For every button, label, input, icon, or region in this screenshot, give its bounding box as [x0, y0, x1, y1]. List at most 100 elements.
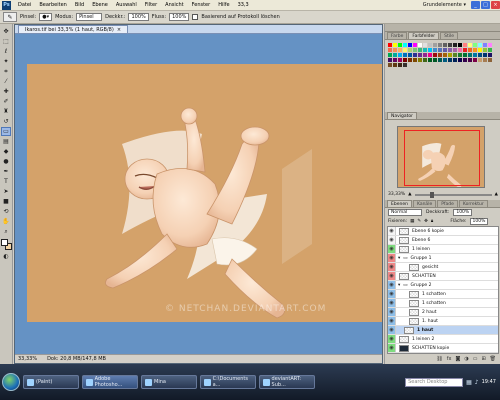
- tab-stile[interactable]: Stile: [440, 32, 459, 39]
- minimize-icon[interactable]: _: [471, 1, 480, 9]
- color-swatches[interactable]: [0, 239, 12, 251]
- color-swatch[interactable]: [418, 58, 422, 62]
- color-swatch[interactable]: [393, 58, 397, 62]
- color-swatch[interactable]: [473, 58, 477, 62]
- document-tab[interactable]: Ikaros.tif bei 33,3% (1 haut, RGB/8) ×: [18, 25, 129, 33]
- color-swatch[interactable]: [388, 43, 392, 47]
- eyedropper-tool-icon[interactable]: ⁄: [1, 77, 11, 86]
- tab-farbe[interactable]: Farbe: [387, 32, 408, 39]
- color-swatch[interactable]: [453, 53, 457, 57]
- color-swatch[interactable]: [428, 43, 432, 47]
- color-swatch[interactable]: [468, 43, 472, 47]
- color-swatch[interactable]: [463, 58, 467, 62]
- color-swatch[interactable]: [403, 63, 407, 67]
- clock[interactable]: 19:47: [482, 379, 496, 385]
- color-swatch[interactable]: [403, 58, 407, 62]
- eraser-preset-icon[interactable]: ✎: [3, 12, 17, 22]
- fluss-field[interactable]: 100%: [169, 13, 190, 21]
- path-select-tool-icon[interactable]: ➤: [1, 187, 11, 196]
- color-swatch[interactable]: [463, 48, 467, 52]
- move-tool-icon[interactable]: ✥: [1, 27, 11, 36]
- color-swatch[interactable]: [413, 53, 417, 57]
- tab-kanaele[interactable]: Kanäle: [412, 200, 437, 207]
- foreground-color[interactable]: [0, 239, 8, 246]
- menu-datei[interactable]: Datei: [14, 2, 35, 8]
- zoom-in-icon[interactable]: ▲: [495, 192, 498, 197]
- color-swatch[interactable]: [443, 53, 447, 57]
- taskbar-button[interactable]: Adobe Photosho...: [82, 375, 138, 389]
- color-swatch[interactable]: [488, 53, 492, 57]
- color-swatch[interactable]: [393, 48, 397, 52]
- layer-row[interactable]: ◉ 1 schatten: [388, 299, 498, 308]
- color-swatch[interactable]: [408, 48, 412, 52]
- navigator-view-box[interactable]: [404, 130, 480, 186]
- workspace-selector[interactable]: Grundelemente ▾: [423, 2, 466, 8]
- menu-auswahl[interactable]: Auswahl: [112, 2, 141, 8]
- layer-row[interactable]: ◉rose: [388, 353, 498, 354]
- color-swatch[interactable]: [458, 53, 462, 57]
- color-swatch[interactable]: [423, 43, 427, 47]
- tab-pfade[interactable]: Pfade: [437, 200, 458, 207]
- color-swatch[interactable]: [398, 53, 402, 57]
- color-swatch[interactable]: [438, 48, 442, 52]
- zoom-level[interactable]: 33,3: [234, 2, 253, 8]
- color-swatch[interactable]: [398, 63, 402, 67]
- opacity-field[interactable]: 100%: [453, 209, 473, 216]
- blend-mode-select[interactable]: Normal: [388, 209, 422, 216]
- color-swatch[interactable]: [433, 43, 437, 47]
- layer-visibility-eye-icon[interactable]: ◉: [388, 281, 396, 289]
- color-swatch[interactable]: [398, 48, 402, 52]
- color-swatch[interactable]: [433, 48, 437, 52]
- layer-row[interactable]: ◉ 1 leinen 2: [388, 335, 498, 344]
- healing-tool-icon[interactable]: ✚: [1, 87, 11, 96]
- color-swatch[interactable]: [448, 53, 452, 57]
- layer-style-icon[interactable]: fx: [447, 356, 452, 362]
- layer-row[interactable]: ◉ 1 schatten: [388, 290, 498, 299]
- layer-row[interactable]: ◉ Ebene 6 kopie: [388, 227, 498, 236]
- color-swatch[interactable]: [478, 43, 482, 47]
- layer-row[interactable]: ◉ 1. haut: [388, 317, 498, 326]
- network-icon[interactable]: ▦: [466, 379, 472, 386]
- marquee-tool-icon[interactable]: ⬚: [1, 37, 11, 46]
- color-swatch[interactable]: [438, 43, 442, 47]
- quick-mask-icon[interactable]: ◐: [1, 252, 11, 261]
- new-layer-icon[interactable]: ⊞: [481, 356, 485, 362]
- menu-ebene[interactable]: Ebene: [88, 2, 112, 8]
- delete-layer-icon[interactable]: 🗑︎: [490, 356, 496, 362]
- pen-tool-icon[interactable]: ✒: [1, 167, 11, 176]
- layer-row[interactable]: ◉ ▾ ▭ Gruppe 1: [388, 254, 498, 263]
- color-swatch[interactable]: [468, 58, 472, 62]
- layer-row[interactable]: ◉ SCHATTEN kopie: [388, 344, 498, 353]
- layer-visibility-eye-icon[interactable]: ◉: [388, 317, 396, 325]
- color-swatch[interactable]: [488, 58, 492, 62]
- color-swatch[interactable]: [468, 48, 472, 52]
- layer-visibility-eye-icon[interactable]: ◉: [388, 272, 396, 280]
- color-swatch[interactable]: [423, 53, 427, 57]
- menu-filter[interactable]: Filter: [141, 2, 161, 8]
- color-swatch[interactable]: [393, 43, 397, 47]
- stamp-tool-icon[interactable]: ♜: [1, 107, 11, 116]
- layer-visibility-eye-icon[interactable]: ◉: [388, 353, 396, 354]
- menu-bearbeiten[interactable]: Bearbeiten: [35, 2, 70, 8]
- color-swatch[interactable]: [483, 53, 487, 57]
- color-swatch[interactable]: [388, 58, 392, 62]
- taskbar-button[interactable]: C:\Documents a...: [200, 375, 256, 389]
- color-swatch[interactable]: [463, 43, 467, 47]
- color-swatch[interactable]: [403, 53, 407, 57]
- color-swatch[interactable]: [408, 43, 412, 47]
- 3d-rotate-tool-icon[interactable]: ⟲: [1, 207, 11, 216]
- group-expand-icon[interactable]: ▾: [398, 256, 400, 261]
- lock-position-icon[interactable]: ✥: [424, 219, 428, 224]
- desktop-search-input[interactable]: Search Desktop: [405, 377, 464, 387]
- layer-row[interactable]: ◉ Ebene 6: [388, 236, 498, 245]
- color-swatch[interactable]: [398, 43, 402, 47]
- layer-visibility-eye-icon[interactable]: ◉: [388, 236, 396, 244]
- type-tool-icon[interactable]: T: [1, 177, 11, 186]
- color-swatch[interactable]: [433, 53, 437, 57]
- layer-visibility-eye-icon[interactable]: ◉: [388, 335, 396, 343]
- layer-visibility-eye-icon[interactable]: ◉: [388, 263, 396, 271]
- blur-tool-icon[interactable]: ◆: [1, 147, 11, 156]
- color-swatch[interactable]: [443, 48, 447, 52]
- color-swatch[interactable]: [443, 58, 447, 62]
- color-swatch[interactable]: [473, 53, 477, 57]
